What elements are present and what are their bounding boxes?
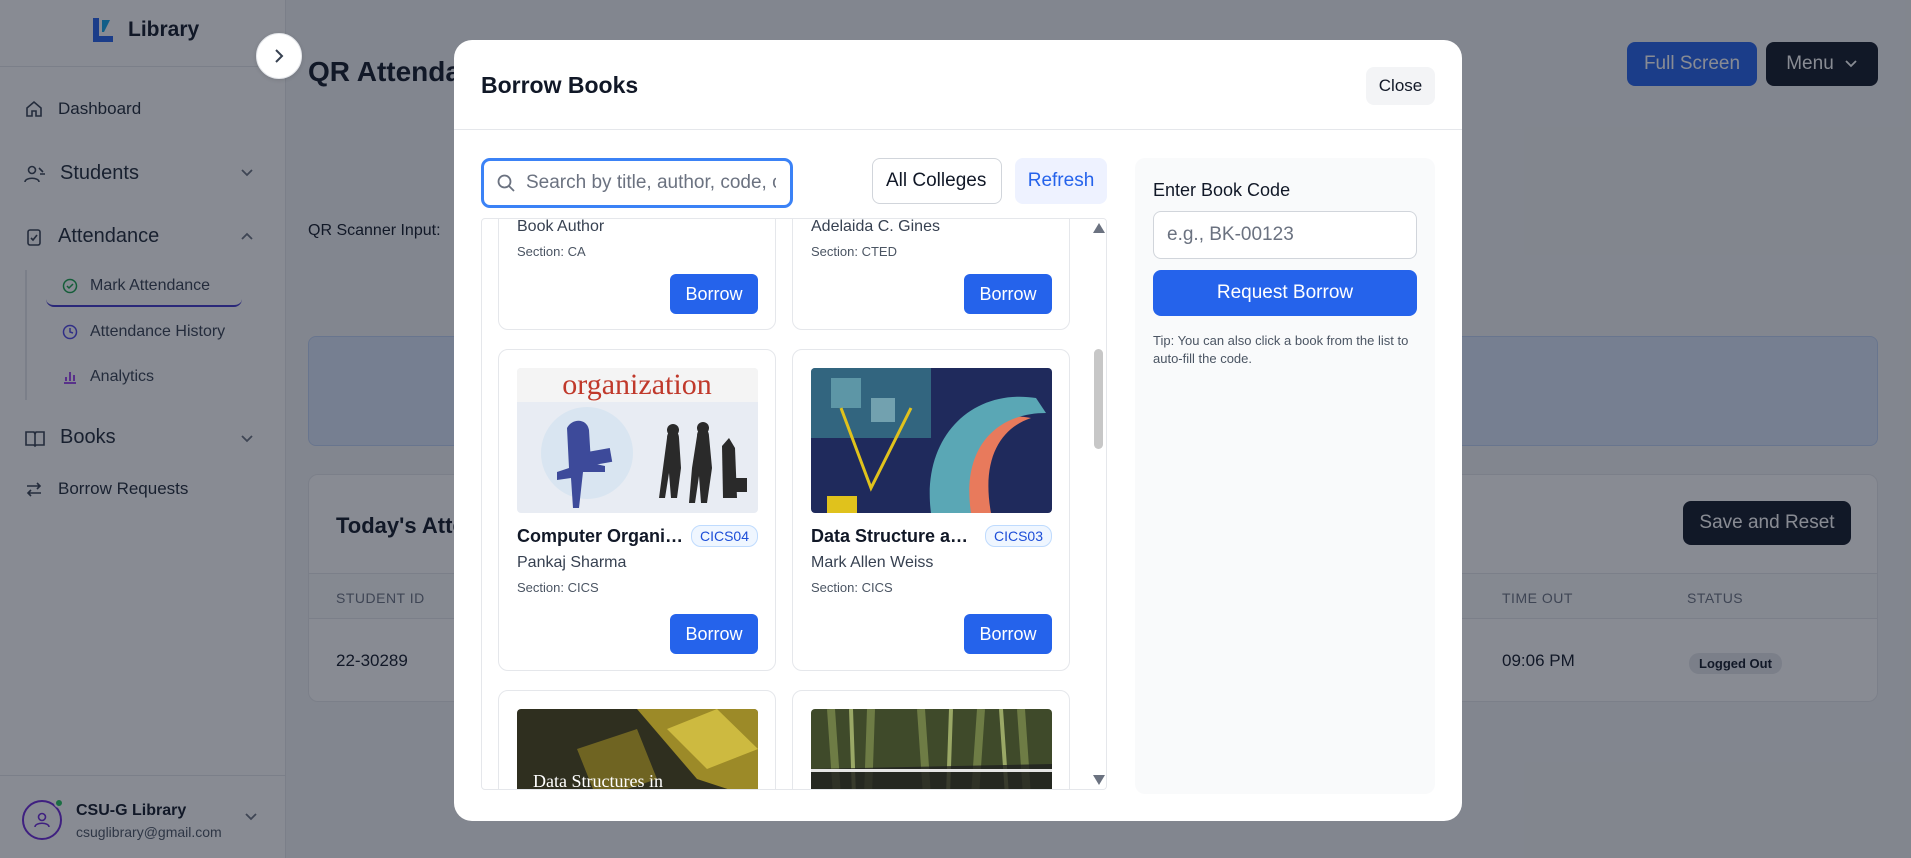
- scrollbar-thumb[interactable]: [1094, 349, 1103, 449]
- book-card[interactable]: Data Structure and Algorithm CICS03 Mark…: [792, 349, 1070, 671]
- book-title: Data Structure and Algorithm: [811, 526, 979, 546]
- request-borrow-button[interactable]: Request Borrow: [1153, 270, 1417, 316]
- book-section: Section: CA: [517, 244, 586, 259]
- modal-title: Borrow Books: [481, 72, 639, 98]
- chevron-right-icon: [275, 49, 284, 63]
- book-cover-art: Data Structures in: [517, 709, 758, 790]
- borrow-books-modal: Borrow Books Close All Colleges Refresh …: [454, 40, 1462, 821]
- book-card[interactable]: Adelaida C. Gines Section: CTED Borrow: [792, 218, 1070, 330]
- book-code-badge: CICS03: [984, 525, 1052, 547]
- book-cover-art: [811, 709, 1052, 789]
- book-author: Adelaida C. Gines: [811, 218, 940, 235]
- book-search-field[interactable]: [481, 158, 793, 208]
- book-section: Section: CICS: [517, 580, 599, 595]
- search-icon: [497, 174, 515, 192]
- book-section: Section: CICS: [811, 580, 893, 595]
- book-section: Section: CTED: [811, 244, 897, 259]
- book-author: Pankaj Sharma: [517, 554, 627, 571]
- sidebar-toggle-button[interactable]: [256, 33, 302, 79]
- book-cover-image: organization: [517, 368, 758, 513]
- book-code-badge: CICS04: [690, 525, 758, 547]
- cover-title-text: Data Structures in: [533, 771, 663, 790]
- book-grid: Book Author Section: CA Borrow Adelaida …: [482, 218, 1090, 790]
- scrollbar[interactable]: [1090, 219, 1106, 789]
- scroll-up-arrow-icon[interactable]: [1093, 223, 1105, 233]
- book-cover-image: [811, 368, 1052, 513]
- book-code-label: Enter Book Code: [1153, 180, 1291, 200]
- book-cover-art: organization: [517, 368, 758, 513]
- book-list[interactable]: Book Author Section: CA Borrow Adelaida …: [481, 218, 1107, 790]
- book-title: Computer Organization: [517, 526, 685, 546]
- borrow-button[interactable]: Borrow: [964, 274, 1052, 314]
- refresh-button[interactable]: Refresh: [1015, 158, 1107, 204]
- borrow-button[interactable]: Borrow: [670, 274, 758, 314]
- borrow-button[interactable]: Borrow: [964, 614, 1052, 654]
- book-cover-image: Data Structures in: [517, 709, 758, 790]
- book-code-panel: Enter Book Code Request Borrow Tip: You …: [1135, 158, 1435, 794]
- book-cover-image: [811, 709, 1052, 789]
- modal-header: Borrow Books Close: [454, 40, 1462, 130]
- tip-text: Tip: You can also click a book from the …: [1153, 333, 1409, 366]
- book-card[interactable]: Book Author Section: CA Borrow: [498, 218, 776, 330]
- college-filter-value: All Colleges: [886, 170, 987, 191]
- book-author: Mark Allen Weiss: [811, 554, 934, 571]
- book-card[interactable]: organization Computer Organization CICS0…: [498, 349, 776, 671]
- borrow-button[interactable]: Borrow: [670, 614, 758, 654]
- book-cover-art: [811, 368, 1052, 513]
- book-search-input[interactable]: [526, 172, 776, 194]
- close-button[interactable]: Close: [1366, 67, 1435, 105]
- book-author: Book Author: [517, 218, 605, 235]
- book-card[interactable]: Data Structures in: [498, 690, 776, 790]
- scroll-down-arrow-icon[interactable]: [1093, 775, 1105, 785]
- book-card[interactable]: [792, 690, 1070, 789]
- cover-title-text: organization: [562, 368, 711, 401]
- college-filter-select[interactable]: All Colleges: [872, 158, 1002, 204]
- book-code-input[interactable]: [1153, 211, 1417, 259]
